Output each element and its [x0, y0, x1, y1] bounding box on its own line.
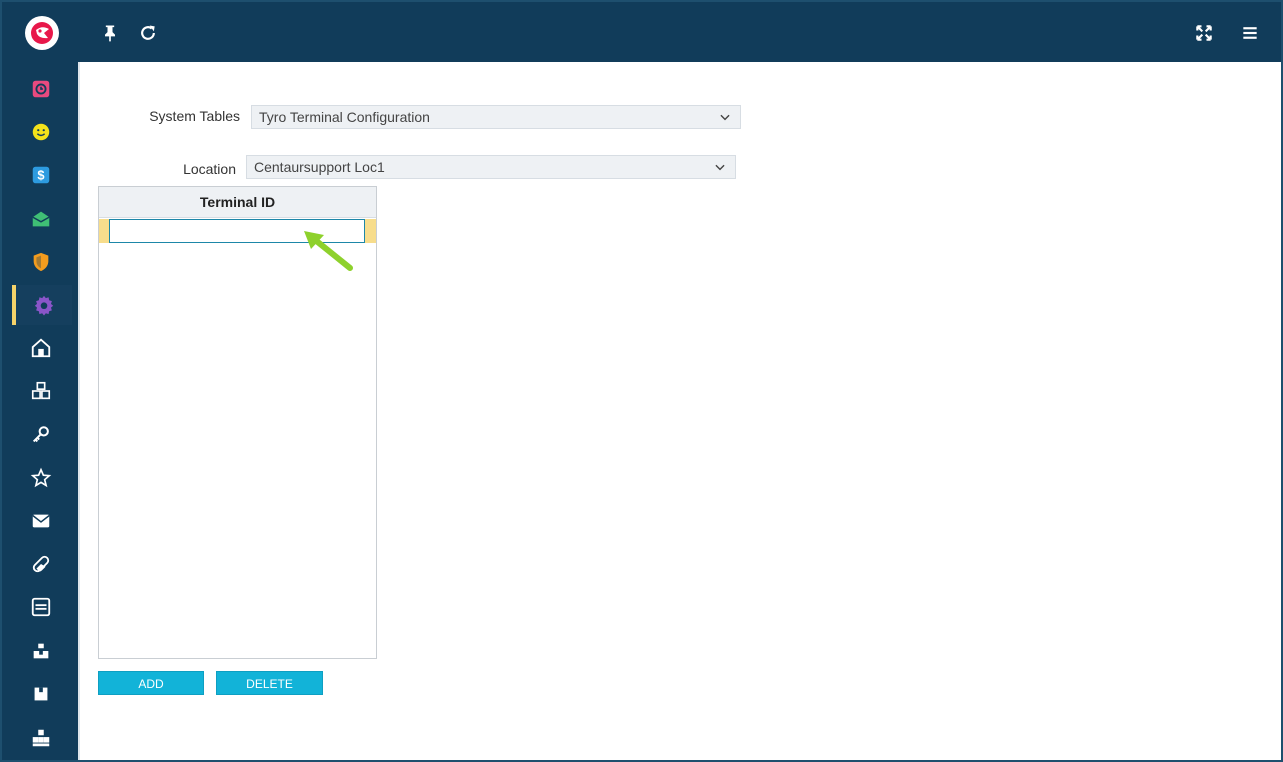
location-label: Location — [183, 161, 236, 177]
gear-icon — [34, 295, 54, 316]
menu-button[interactable] — [1238, 21, 1262, 45]
pin-icon — [105, 25, 115, 42]
list-box-icon — [31, 597, 51, 617]
home-icon — [31, 338, 51, 358]
sidebar-item-billing[interactable]: $ — [12, 155, 70, 195]
sidebar-item-mail[interactable] — [12, 501, 70, 541]
location-select[interactable]: Centaursupport Loc1 — [246, 155, 736, 179]
open-mail-icon — [32, 211, 50, 227]
smiley-icon — [32, 123, 50, 141]
sidebar-item-stock[interactable] — [12, 718, 70, 758]
sidebar-item-messages[interactable] — [12, 199, 70, 239]
box-icon — [34, 687, 48, 701]
sidebar-item-patients[interactable] — [12, 112, 70, 152]
top-toolbar — [78, 2, 1281, 62]
chevron-down-icon — [715, 164, 725, 171]
shield-icon — [33, 252, 49, 272]
sidebar-item-settings[interactable] — [12, 285, 72, 325]
chevron-down-icon — [720, 114, 730, 121]
boxes-stack-icon — [32, 729, 50, 747]
location-value: Centaursupport Loc1 — [254, 159, 385, 175]
sidebar: $ — [2, 2, 78, 760]
app-window: $ System Tables Tyro Terminal Configurat… — [0, 0, 1283, 762]
sidebar-item-home[interactable] — [12, 328, 70, 368]
add-button[interactable]: ADD — [98, 671, 204, 695]
sidebar-item-inventory[interactable] — [12, 371, 70, 411]
menu-icon — [1243, 27, 1257, 39]
sidebar-item-organization[interactable] — [12, 631, 70, 671]
terminal-id-column-header[interactable]: Terminal ID — [99, 187, 376, 218]
sidebar-item-medications[interactable] — [12, 544, 70, 584]
system-tables-value: Tyro Terminal Configuration — [259, 109, 430, 125]
refresh-icon — [141, 25, 155, 40]
svg-text:$: $ — [37, 168, 44, 183]
key-icon — [32, 426, 49, 443]
fullscreen-button[interactable] — [1192, 21, 1216, 45]
system-tables-label: System Tables — [149, 108, 240, 124]
main-content: System Tables Tyro Terminal Configuratio… — [78, 62, 1281, 760]
envelope-icon — [32, 514, 50, 528]
sidebar-item-security[interactable] — [12, 242, 70, 282]
dollar-icon: $ — [32, 166, 50, 184]
calendar-clock-icon — [32, 80, 50, 98]
pointer-arrow-icon — [304, 231, 353, 271]
sidebar-item-access[interactable] — [12, 415, 70, 455]
fullscreen-icon — [1196, 25, 1212, 41]
star-icon — [30, 467, 52, 488]
refresh-button[interactable] — [136, 21, 160, 45]
cubes-icon — [31, 381, 51, 400]
logo-icon — [31, 22, 53, 44]
delete-button[interactable]: DELETE — [216, 671, 323, 695]
hierarchy-icon — [33, 643, 49, 659]
sidebar-item-packages[interactable] — [12, 674, 70, 714]
sidebar-item-favorites[interactable] — [12, 458, 70, 498]
system-tables-select[interactable]: Tyro Terminal Configuration — [251, 105, 741, 129]
pin-button[interactable] — [98, 21, 122, 45]
pill-icon — [32, 555, 50, 573]
app-logo[interactable] — [25, 16, 59, 50]
sidebar-item-appointments[interactable] — [12, 69, 70, 109]
sidebar-item-lists[interactable] — [12, 587, 70, 627]
